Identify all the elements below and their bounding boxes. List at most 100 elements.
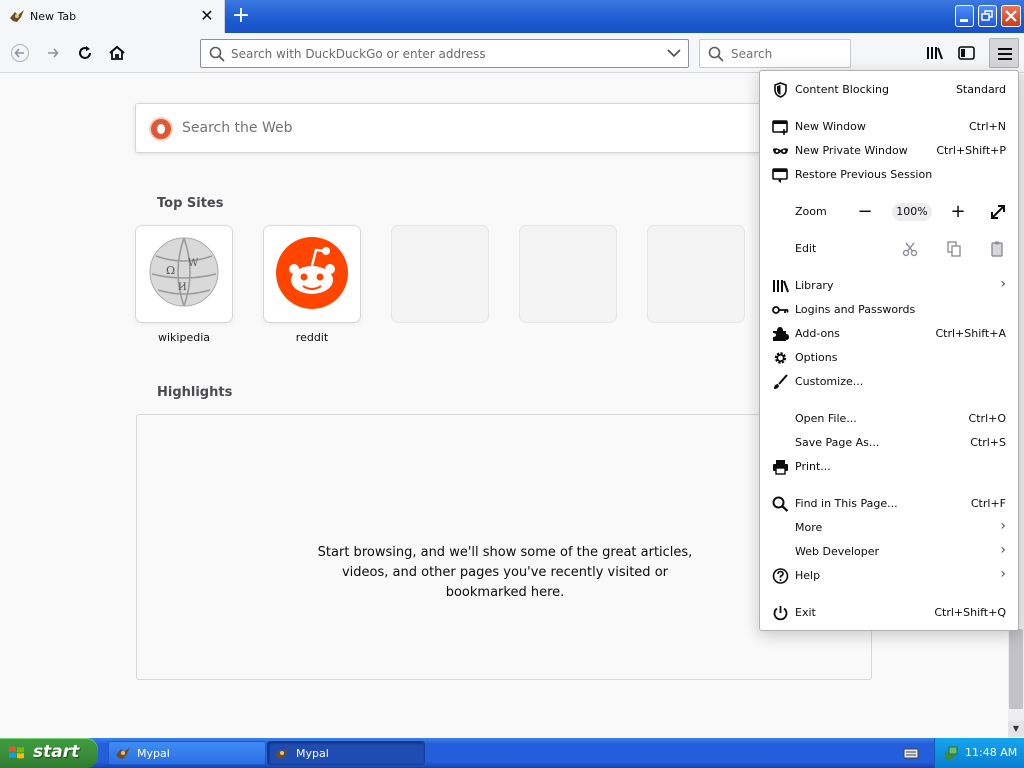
menu-item-content-blocking[interactable]: Content Blocking Standard	[760, 79, 1018, 101]
new-tab-button[interactable]: +	[230, 5, 252, 28]
search-icon	[708, 46, 724, 62]
address-input[interactable]	[231, 44, 651, 64]
close-window-button[interactable]	[1001, 5, 1021, 27]
taskbar: start Mypal Mypal 11:48 AM	[0, 738, 1024, 768]
menu-item-new-window[interactable]: New Window Ctrl+N	[760, 116, 1018, 138]
gear-icon	[774, 352, 787, 364]
content-blocking-value: Standard	[955, 83, 1006, 96]
top-site-wikipedia[interactable]: Ω W И	[136, 226, 232, 322]
start-button[interactable]: start	[0, 738, 98, 768]
library-button[interactable]	[919, 38, 949, 68]
navigation-toolbar	[0, 33, 1024, 73]
web-search-placeholder: Search the Web	[182, 120, 293, 136]
paste-clipboard-icon[interactable]	[988, 240, 1006, 258]
taskbar-item-mypal-active[interactable]: Mypal	[267, 741, 425, 765]
zoom-in-button[interactable]: +	[947, 201, 969, 223]
submenu-arrow-icon: ›	[1000, 276, 1006, 292]
minimize-button[interactable]	[955, 5, 974, 27]
sidebar-icon	[958, 46, 975, 60]
mypal-favicon-icon	[10, 10, 24, 22]
forward-button[interactable]	[37, 37, 69, 69]
copy-icon[interactable]	[945, 240, 963, 258]
menu-item-print[interactable]: Print...	[760, 456, 1018, 478]
open-menu-button[interactable]	[989, 38, 1019, 68]
clock[interactable]: 11:48 AM	[965, 746, 1017, 759]
new-window-icon	[772, 120, 788, 135]
menu-item-edit: Edit	[760, 238, 1018, 260]
top-site-reddit[interactable]	[264, 226, 360, 322]
reload-button[interactable]	[69, 37, 101, 69]
restore-button[interactable]	[978, 5, 997, 27]
puzzle-piece-icon	[773, 327, 789, 341]
mypal-app-icon	[116, 747, 130, 759]
back-button[interactable]	[4, 37, 36, 69]
reddit-alien-icon	[276, 237, 348, 309]
zoom-reset-button[interactable]: 100%	[892, 203, 932, 221]
search-icon	[772, 496, 789, 512]
close-icon	[1005, 10, 1017, 22]
menu-item-more[interactable]: More ›	[760, 517, 1018, 539]
menu-item-exit[interactable]: Exit Ctrl+Shift+Q	[760, 602, 1018, 624]
menu-item-open-file[interactable]: Open File... Ctrl+O	[760, 408, 1018, 430]
network-icon[interactable]	[943, 745, 959, 761]
top-site-label: reddit	[295, 331, 329, 344]
chevron-down-icon[interactable]	[667, 48, 681, 58]
zoom-out-button[interactable]: −	[854, 201, 876, 223]
back-arrow-icon	[11, 44, 29, 62]
cut-scissors-icon[interactable]	[901, 240, 919, 258]
menu-item-find[interactable]: Find in This Page... Ctrl+F	[760, 493, 1018, 515]
library-icon	[927, 47, 943, 60]
menu-item-save-page[interactable]: Save Page As... Ctrl+S	[760, 432, 1018, 454]
scroll-down-arrow-icon[interactable]: ▼	[1008, 721, 1024, 737]
key-icon	[772, 306, 789, 314]
top-site-label: wikipedia	[157, 331, 210, 344]
restore-icon	[981, 10, 993, 21]
menu-item-logins[interactable]: Logins and Passwords	[760, 299, 1018, 321]
paintbrush-icon	[774, 374, 788, 389]
mypal-app-icon	[275, 747, 289, 759]
scroll-thumb[interactable]	[1009, 629, 1023, 709]
keyboard-icon[interactable]	[903, 746, 919, 760]
minimize-icon	[960, 19, 968, 22]
forward-arrow-icon	[48, 48, 59, 58]
fullscreen-icon[interactable]	[989, 203, 1007, 221]
address-bar[interactable]	[200, 39, 689, 68]
library-icon	[773, 280, 789, 293]
submenu-arrow-icon: ›	[1000, 542, 1006, 558]
system-tray: 11:48 AM	[934, 738, 1024, 768]
sidebar-button[interactable]	[951, 38, 981, 68]
help-question-icon	[772, 568, 789, 584]
menu-item-web-developer[interactable]: Web Developer ›	[760, 541, 1018, 563]
wikipedia-globe-icon: Ω W И	[149, 237, 219, 307]
top-site-empty[interactable]	[392, 226, 488, 322]
search-bar[interactable]	[699, 39, 851, 68]
taskbar-item-mypal[interactable]: Mypal	[108, 741, 266, 765]
start-label: start	[33, 742, 80, 762]
private-mask-icon	[773, 148, 788, 154]
shield-icon	[774, 82, 787, 98]
top-site-empty[interactable]	[520, 226, 616, 322]
home-icon	[109, 45, 125, 60]
menu-item-library[interactable]: Library ›	[760, 275, 1018, 297]
app-menu-panel: Content Blocking Standard New Window Ctr…	[759, 70, 1019, 631]
menu-item-options[interactable]: Options	[760, 347, 1018, 369]
search-input[interactable]	[731, 44, 843, 64]
tab-new-tab[interactable]: New Tab ✕	[0, 0, 225, 33]
menu-item-addons[interactable]: Add-ons Ctrl+Shift+A	[760, 323, 1018, 345]
search-icon	[209, 46, 225, 62]
home-button[interactable]	[101, 37, 133, 69]
svg-text:Ω: Ω	[166, 264, 175, 277]
tab-title: New Tab	[30, 10, 77, 23]
title-bar: New Tab ✕ +	[0, 0, 1024, 33]
tab-close-icon[interactable]: ✕	[197, 6, 217, 26]
menu-item-help[interactable]: Help ›	[760, 565, 1018, 587]
duckduckgo-logo-icon	[149, 117, 173, 141]
submenu-arrow-icon: ›	[1000, 566, 1006, 582]
top-sites-heading: Top Sites	[157, 196, 224, 211]
menu-item-restore-session[interactable]: Restore Previous Session	[760, 164, 1018, 186]
menu-item-customize[interactable]: Customize...	[760, 371, 1018, 393]
menu-item-new-private-window[interactable]: New Private Window Ctrl+Shift+P	[760, 140, 1018, 162]
highlights-heading: Highlights	[157, 385, 233, 400]
menu-item-zoom: Zoom − 100% +	[760, 201, 1018, 223]
top-site-empty[interactable]	[648, 226, 744, 322]
